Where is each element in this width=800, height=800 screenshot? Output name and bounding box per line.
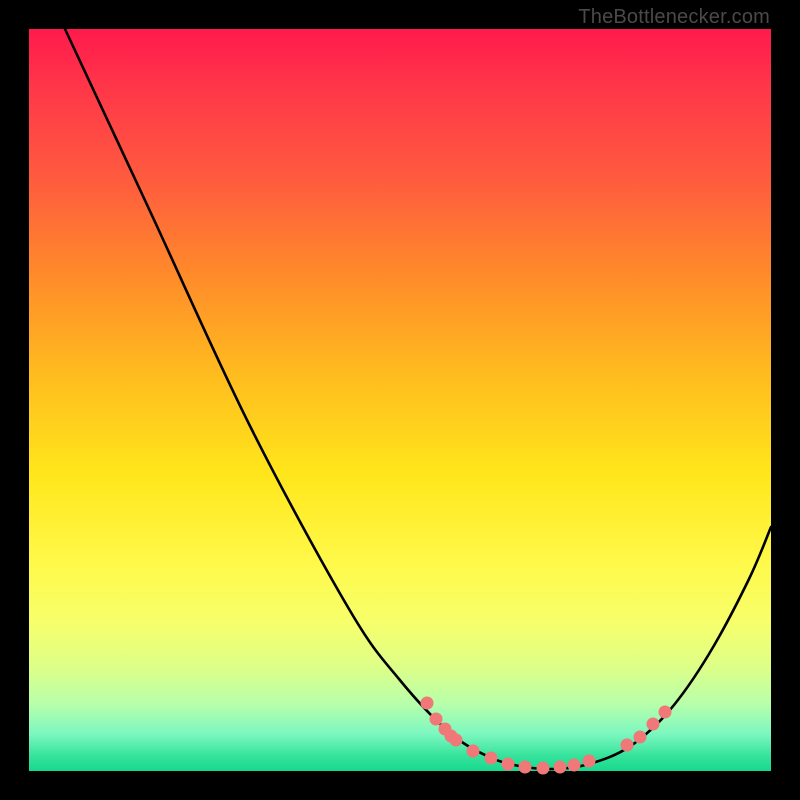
data-point bbox=[430, 713, 443, 726]
data-point bbox=[554, 761, 567, 774]
data-point bbox=[659, 706, 672, 719]
chart-svg bbox=[29, 29, 771, 771]
data-point bbox=[568, 759, 581, 772]
data-point bbox=[634, 731, 647, 744]
data-point bbox=[537, 762, 550, 775]
data-point bbox=[647, 718, 660, 731]
data-point bbox=[519, 761, 532, 774]
plot-area bbox=[29, 29, 771, 771]
data-point bbox=[467, 745, 480, 758]
data-point bbox=[421, 697, 434, 710]
data-point bbox=[485, 752, 498, 765]
bottleneck-curve bbox=[65, 29, 771, 769]
data-point bbox=[583, 755, 596, 768]
data-point bbox=[502, 758, 515, 771]
data-point bbox=[450, 734, 463, 747]
data-point bbox=[621, 739, 634, 752]
marker-group bbox=[421, 697, 672, 775]
attribution-label: TheBottlenecker.com bbox=[578, 6, 770, 29]
chart-frame: TheBottlenecker.com bbox=[0, 0, 800, 800]
